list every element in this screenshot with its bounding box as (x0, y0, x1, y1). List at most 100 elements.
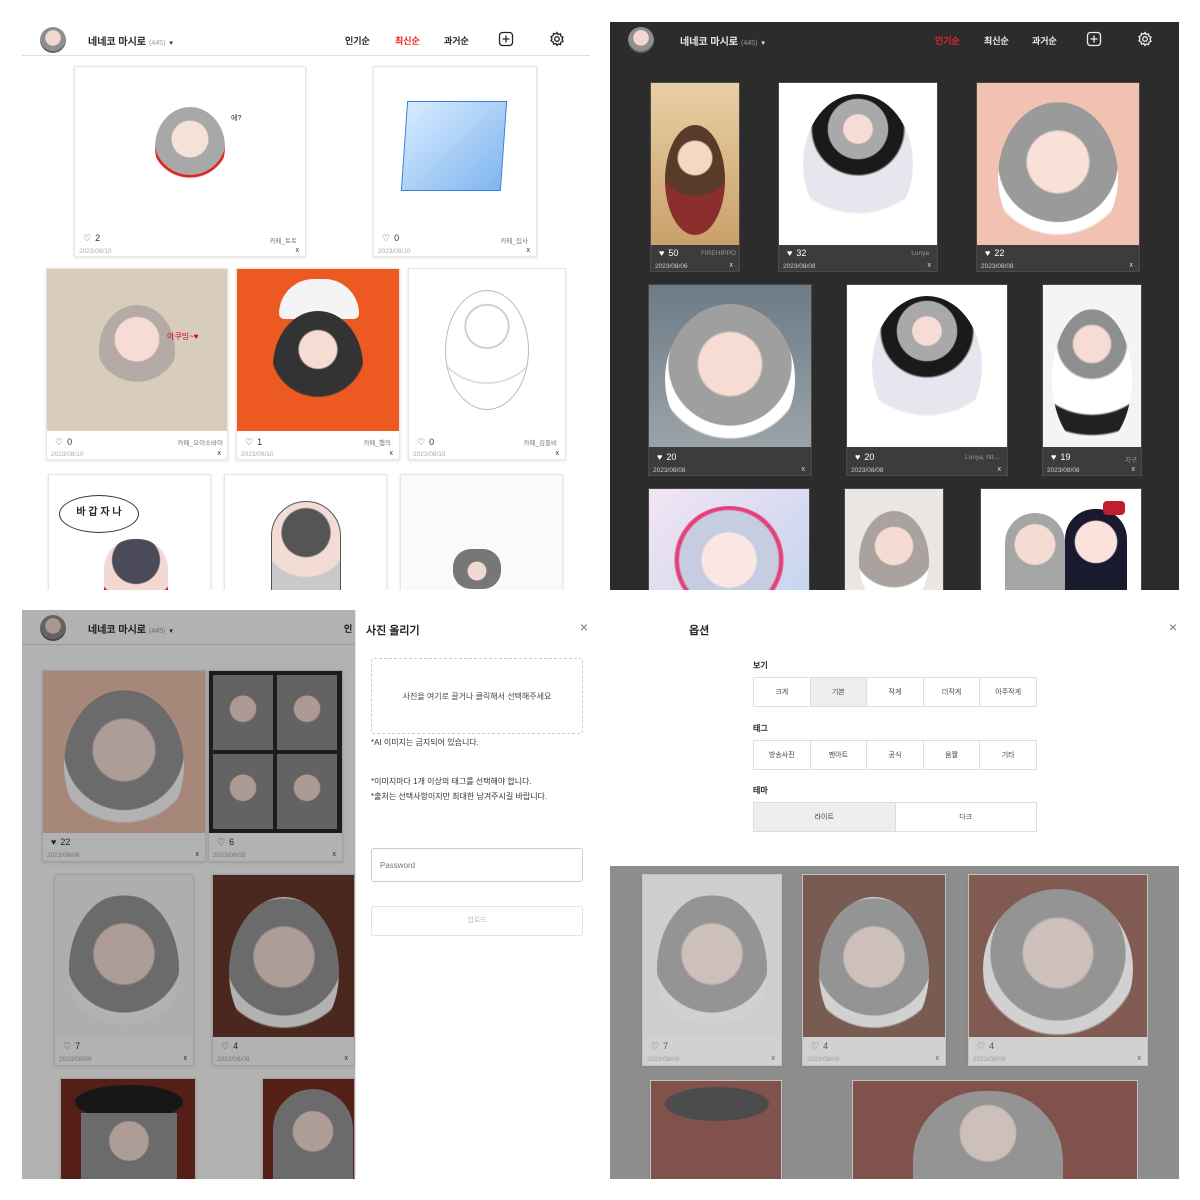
post-image[interactable] (649, 489, 809, 590)
avatar[interactable] (628, 27, 654, 53)
delete-button[interactable]: x (296, 247, 300, 254)
post-image[interactable] (409, 269, 565, 431)
post-card[interactable]: ♥ 32 Lunya 2023/08/08 x (778, 82, 938, 272)
view-option-default[interactable]: 기본 (810, 678, 868, 706)
avatar[interactable] (40, 27, 66, 53)
post-card[interactable] (224, 474, 387, 590)
profile-menu[interactable]: 네네코 마시로 (445) ▾ (88, 33, 173, 48)
view-option-smaller[interactable]: 더작게 (924, 678, 981, 706)
post-image[interactable] (847, 285, 1007, 447)
upload-dropzone[interactable]: 사진을 여기로 끌거나 클릭해서 선택해주세요 (371, 658, 583, 734)
post-card[interactable]: ♡ 7 2023/08/08 x (642, 874, 782, 1066)
post-card[interactable] (852, 1080, 1138, 1179)
like-button[interactable]: ♡ 0 (55, 437, 72, 448)
gear-icon[interactable] (549, 31, 565, 47)
gear-icon[interactable] (1137, 31, 1153, 47)
delete-button[interactable]: x (1132, 466, 1136, 473)
close-icon[interactable]: × (580, 619, 588, 635)
like-button[interactable]: ♡ 1 (245, 437, 262, 448)
post-card[interactable] (980, 488, 1142, 590)
like-button[interactable]: ♥ 20 (657, 452, 676, 462)
post-image[interactable] (401, 475, 562, 590)
like-button[interactable]: ♡ 7 (651, 1041, 668, 1052)
delete-button[interactable]: x (1138, 1055, 1142, 1062)
post-card[interactable]: ♥ 19 지구 2023/08/08 x (1042, 284, 1142, 476)
post-card[interactable]: ♥ 22 2023/08/08 x (976, 82, 1140, 272)
tag-option-fanart[interactable]: 팬아트 (811, 741, 868, 769)
post-card[interactable]: ♡ 4 2023/08/08 x (968, 874, 1148, 1066)
post-image[interactable] (649, 285, 811, 447)
post-image[interactable]: 아쿠밍~♥ (47, 269, 227, 431)
post-image[interactable] (237, 269, 399, 431)
tab-popular[interactable]: 인기순 (935, 34, 960, 47)
post-image[interactable] (651, 83, 739, 245)
post-image[interactable] (803, 875, 945, 1037)
post-card[interactable]: ♡ 4 2023/08/08 x (802, 874, 946, 1066)
post-image[interactable] (779, 83, 937, 245)
post-card[interactable] (648, 488, 810, 590)
post-card[interactable] (844, 488, 944, 590)
like-button[interactable]: ♡ 4 (977, 1041, 994, 1052)
close-icon[interactable]: × (1169, 619, 1177, 635)
tab-oldest[interactable]: 과거순 (444, 34, 469, 47)
view-option-small[interactable]: 작게 (867, 678, 924, 706)
post-card[interactable]: 바 갑 자 나 (48, 474, 211, 590)
post-image[interactable] (969, 875, 1147, 1037)
delete-button[interactable]: x (390, 450, 394, 457)
post-card[interactable]: ♥ 50 FIREHIPPO 2023/08/06 x (650, 82, 740, 272)
like-button[interactable]: ♥ 32 (787, 248, 806, 258)
post-image[interactable] (977, 83, 1139, 245)
post-image[interactable] (853, 1081, 1137, 1179)
post-image[interactable] (643, 875, 781, 1037)
tag-option-broadcast[interactable]: 방송사진 (754, 741, 811, 769)
post-image[interactable] (651, 1081, 781, 1179)
delete-button[interactable]: x (936, 1055, 940, 1062)
delete-button[interactable]: x (556, 450, 560, 457)
delete-button[interactable]: x (730, 262, 734, 269)
like-button[interactable]: ♥ 19 (1051, 452, 1070, 462)
post-card[interactable]: ♥ 20 2023/08/08 x (648, 284, 812, 476)
post-image[interactable] (374, 67, 536, 227)
like-button[interactable]: ♥ 22 (985, 248, 1004, 258)
like-button[interactable]: ♡ 0 (417, 437, 434, 448)
delete-button[interactable]: x (928, 262, 932, 269)
delete-button[interactable]: x (527, 247, 531, 254)
profile-menu[interactable]: 네네코 마시로 (445) ▾ (680, 33, 765, 48)
post-card[interactable]: 아쿠밍~♥ ♡ 0 카페_오이소바이 2023/08/10 x (46, 268, 228, 460)
tag-option-gif[interactable]: 움짤 (924, 741, 981, 769)
delete-button[interactable]: x (1130, 262, 1134, 269)
password-field[interactable] (371, 848, 583, 882)
plus-square-icon[interactable] (1086, 31, 1102, 47)
view-option-large[interactable]: 크게 (754, 678, 811, 706)
theme-option-light[interactable]: 라이트 (754, 803, 896, 831)
delete-button[interactable]: x (772, 1055, 776, 1062)
tag-option-official[interactable]: 공식 (867, 741, 924, 769)
tab-latest[interactable]: 최신순 (984, 34, 1009, 47)
like-button[interactable]: ♡ 2 (83, 233, 100, 244)
post-card[interactable]: ♡ 0 카페_집사 2023/08/10 x (373, 66, 537, 257)
like-button[interactable]: ♡ 0 (382, 233, 399, 244)
plus-square-icon[interactable] (498, 31, 514, 47)
upload-button[interactable]: 업로드 (371, 906, 583, 936)
post-card[interactable]: ♥ 20 Lunya, htt... 2023/08/08 x (846, 284, 1008, 476)
theme-option-dark[interactable]: 다크 (896, 803, 1037, 831)
post-card[interactable]: 에? ♡ 2 카페_토토 2023/08/10 x (74, 66, 306, 257)
post-card[interactable]: ♡ 1 카페_햄의 2023/08/10 x (236, 268, 400, 460)
delete-button[interactable]: x (802, 466, 806, 473)
post-image[interactable] (1043, 285, 1141, 447)
modal-overlay[interactable]: ♡ 7 2023/08/08 x ♡ 4 2023/08/08 x ♡ 4 2023/… (610, 866, 1179, 1179)
view-option-tiny[interactable]: 아주작게 (980, 678, 1036, 706)
post-image[interactable] (845, 489, 943, 590)
post-card[interactable]: ♡ 0 카페_김들비 2023/08/10 x (408, 268, 566, 460)
tab-popular[interactable]: 인기순 (345, 34, 370, 47)
post-image[interactable] (981, 489, 1141, 590)
like-button[interactable]: ♡ 4 (811, 1041, 828, 1052)
post-card[interactable] (650, 1080, 782, 1179)
post-image[interactable]: 에? (75, 67, 305, 227)
tab-latest[interactable]: 최신순 (395, 34, 420, 47)
like-button[interactable]: ♥ 20 (855, 452, 874, 462)
delete-button[interactable]: x (218, 450, 222, 457)
tag-option-other[interactable]: 기타 (980, 741, 1036, 769)
like-button[interactable]: ♥ 50 (659, 248, 678, 258)
post-card[interactable] (400, 474, 563, 590)
